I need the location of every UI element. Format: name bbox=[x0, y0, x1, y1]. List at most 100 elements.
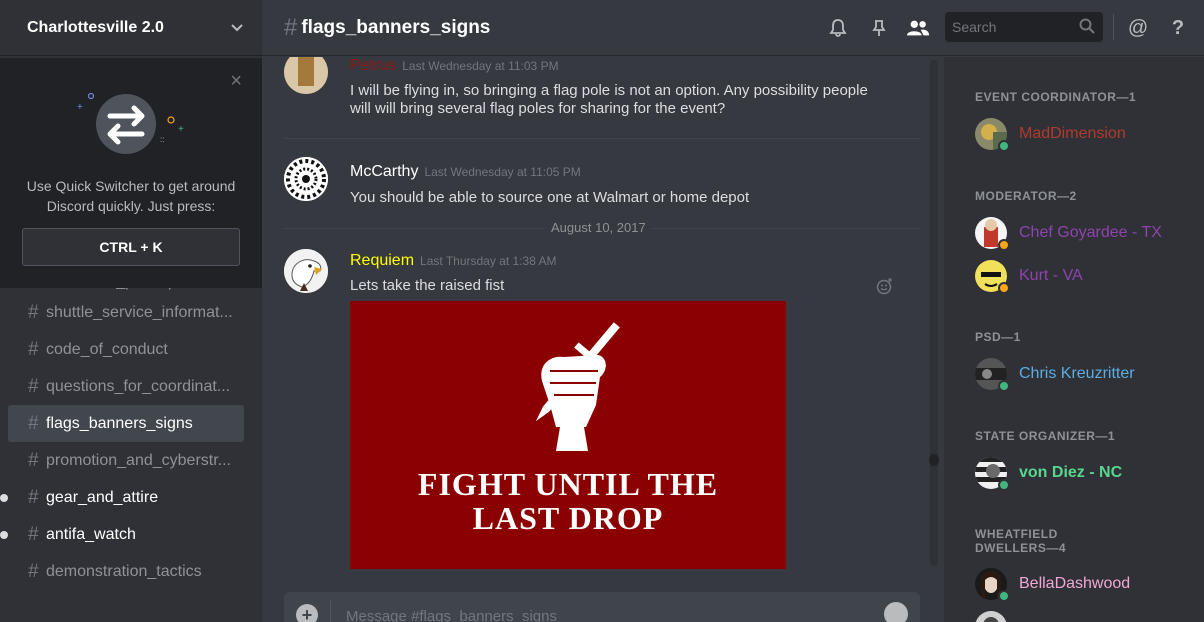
avatar bbox=[975, 260, 1010, 294]
channel-title: flags_banners_signs bbox=[301, 16, 491, 38]
message-author[interactable]: Petrus Last Wednesday at 11:03 PM bbox=[350, 57, 559, 75]
message-text: Lets take the raised fist bbox=[350, 277, 505, 294]
message-composer: + bbox=[284, 592, 920, 622]
avatar[interactable] bbox=[284, 57, 328, 94]
member-chris-kreuzritter[interactable]: Chris Kreuzritter bbox=[975, 356, 1195, 392]
online-status-icon bbox=[998, 590, 1010, 602]
raised-fist-dagger-icon bbox=[535, 322, 620, 451]
close-icon[interactable]: × bbox=[230, 70, 242, 93]
author-name: Petrus bbox=[350, 57, 397, 74]
message-author[interactable]: McCarthy Last Wednesday at 11:05 PM bbox=[350, 163, 581, 181]
member-name: Chris Kreuzritter bbox=[1019, 365, 1135, 382]
image-attachment[interactable]: FIGHT UNTIL THE LAST DROP bbox=[350, 301, 786, 569]
channel-label: shuttle_service_informat... bbox=[46, 303, 233, 321]
idle-status-icon bbox=[998, 282, 1010, 294]
channel-label: demonstration_tactics bbox=[46, 562, 202, 580]
quick-switcher-tip: × + + :: Use Quick Switcher to get aroun… bbox=[0, 58, 262, 288]
hash-icon: # bbox=[28, 560, 39, 582]
channel-label: promotion_and_cyberstr... bbox=[46, 451, 231, 469]
avatar[interactable] bbox=[284, 249, 328, 293]
channel-code-of-conduct[interactable]: # code_of_conduct bbox=[8, 331, 244, 368]
channel-promotion[interactable]: # promotion_and_cyberstr... bbox=[8, 442, 244, 479]
message-author[interactable]: Requiem Last Thursday at 1:38 AM bbox=[350, 252, 557, 270]
bell-icon[interactable] bbox=[826, 16, 850, 40]
svg-text:::: :: bbox=[160, 135, 164, 144]
role-header: EVENT COORDINATOR—1 bbox=[975, 90, 1137, 104]
member-partial[interactable] bbox=[975, 609, 1195, 622]
quick-switcher-text: Use Quick Switcher to get around Discord… bbox=[26, 178, 236, 214]
channel-antifa-watch[interactable]: # antifa_watch bbox=[0, 516, 244, 553]
member-kurt-va[interactable]: Kurt - VA bbox=[975, 258, 1195, 294]
upload-plus-icon[interactable]: + bbox=[296, 604, 318, 622]
emoji-icon[interactable] bbox=[884, 602, 908, 622]
avatar bbox=[975, 118, 1010, 152]
add-reaction-icon[interactable] bbox=[876, 277, 894, 300]
member-name: Kurt - VA bbox=[1019, 267, 1083, 284]
avatar bbox=[975, 217, 1010, 251]
online-status-icon bbox=[998, 140, 1010, 152]
avatar bbox=[975, 568, 1010, 602]
member-belladashwood[interactable]: BellaDashwood bbox=[975, 566, 1195, 602]
channel-label: code_of_conduct bbox=[46, 340, 168, 358]
member-list: EVENT COORDINATOR—1 MadDimension MODERAT… bbox=[944, 57, 1204, 622]
avatar bbox=[975, 358, 1010, 392]
channel-label: flags_banners_signs bbox=[46, 414, 193, 432]
chevron-down-icon[interactable] bbox=[230, 20, 244, 36]
author-name: McCarthy bbox=[350, 163, 419, 180]
server-header[interactable]: Charlottesville 2.0 bbox=[0, 0, 262, 56]
composer-divider bbox=[330, 600, 331, 622]
channel-sidebar: Charlottesville 2.0 # confirmed_particip… bbox=[0, 0, 262, 622]
shortcut-key[interactable]: CTRL + K bbox=[22, 228, 240, 266]
member-von-diez[interactable]: von Diez - NC bbox=[975, 455, 1195, 491]
member-name: Chef Goyardee - TX bbox=[1019, 224, 1162, 241]
unread-indicator bbox=[0, 493, 8, 502]
timestamp: Last Wednesday at 11:05 PM bbox=[424, 165, 581, 179]
online-status-icon bbox=[998, 479, 1010, 491]
channel-questions[interactable]: # questions_for_coordinat... bbox=[8, 368, 244, 405]
channel-flags-banners-signs[interactable]: # flags_banners_signs bbox=[8, 405, 244, 442]
member-name: von Diez - NC bbox=[1019, 464, 1123, 481]
channel-gear-and-attire[interactable]: # gear_and_attire bbox=[0, 479, 244, 516]
member-chef-goyardee[interactable]: Chef Goyardee - TX bbox=[975, 215, 1195, 251]
timestamp: Last Thursday at 1:38 AM bbox=[420, 254, 557, 268]
channel-label: gear_and_attire bbox=[46, 488, 159, 506]
hash-icon: # bbox=[28, 486, 39, 508]
image-caption: FIGHT UNTIL THE LAST DROP bbox=[350, 467, 786, 535]
caption-line-1: FIGHT UNTIL THE bbox=[417, 466, 719, 502]
date-divider-label: August 10, 2017 bbox=[545, 220, 652, 235]
online-status-icon bbox=[998, 380, 1010, 392]
channel-shuttle-service[interactable]: # shuttle_service_informat... bbox=[8, 294, 244, 331]
search-icon bbox=[1079, 18, 1095, 37]
channel-label: questions_for_coordinat... bbox=[46, 377, 231, 395]
pin-icon[interactable] bbox=[867, 16, 891, 40]
server-name: Charlottesville 2.0 bbox=[27, 18, 164, 36]
switch-arrows-icon: + + :: bbox=[77, 92, 184, 154]
hash-icon: # bbox=[28, 375, 39, 397]
help-icon[interactable]: ? bbox=[1166, 16, 1190, 40]
role-header: MODERATOR—2 bbox=[975, 189, 1077, 203]
hash-icon: # bbox=[284, 13, 298, 41]
member-name: BellaDashwood bbox=[1019, 575, 1131, 592]
scrollbar-thumb[interactable] bbox=[929, 454, 939, 466]
role-header: WHEATFIELD DWELLERS—4 bbox=[975, 527, 1067, 555]
member-name: MadDimension bbox=[1019, 125, 1126, 142]
mention-icon[interactable]: @ bbox=[1126, 16, 1150, 40]
message-input[interactable] bbox=[346, 604, 866, 622]
avatar[interactable] bbox=[284, 157, 328, 201]
svg-text:+: + bbox=[77, 102, 83, 113]
hash-icon: # bbox=[28, 338, 39, 360]
author-name: Requiem bbox=[350, 252, 415, 269]
message-text: I will be flying in, so bringing a flag … bbox=[350, 82, 868, 117]
timestamp: Last Wednesday at 11:03 PM bbox=[402, 59, 559, 73]
message-divider bbox=[284, 138, 920, 139]
search-placeholder: Search bbox=[952, 19, 997, 35]
avatar bbox=[975, 611, 1007, 622]
avatar bbox=[975, 457, 1010, 491]
member-maddimension[interactable]: MadDimension bbox=[975, 116, 1195, 152]
search-input[interactable]: Search bbox=[945, 12, 1103, 42]
scrollbar-track[interactable] bbox=[930, 60, 938, 566]
role-header: STATE ORGANIZER—1 bbox=[975, 429, 1116, 443]
message-text: You should be able to source one at Walm… bbox=[350, 189, 750, 206]
channel-demonstration-tactics[interactable]: # demonstration_tactics bbox=[8, 553, 244, 590]
members-icon[interactable] bbox=[906, 16, 930, 40]
